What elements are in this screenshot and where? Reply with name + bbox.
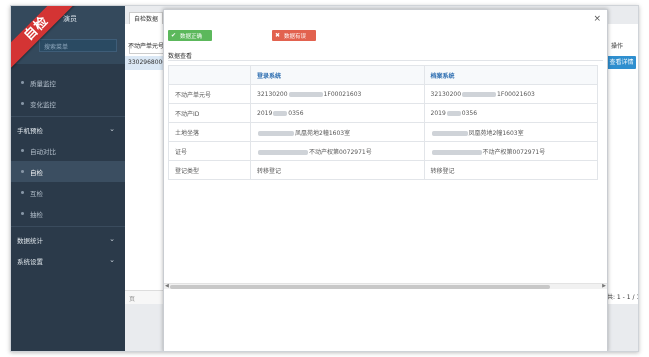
user-name: 演员 (63, 15, 77, 23)
archive-value: 2019 0356 (423, 103, 598, 123)
value-suffix: 0356 (461, 109, 478, 117)
actions-header: 操作 (611, 43, 624, 50)
sidebar-group-label: 数据统计 (17, 236, 43, 245)
horizontal-scrollbar[interactable]: ◀ ▶ (164, 283, 607, 289)
chevron-down-icon: ⌄ (109, 235, 115, 243)
registration-value: 凤凰苑地2幢1603室 (250, 122, 425, 142)
value-suffix: 凤凰苑地2幢1603室 (295, 129, 351, 137)
sidebar-group-label: 手机预检 (17, 126, 43, 135)
approve-button[interactable]: ✔ 数据正确 (168, 30, 212, 41)
sidebar-item-quality-monitor[interactable]: 质量监控 (11, 72, 125, 93)
field-label: 土地坐落 (168, 122, 251, 142)
redacted-text (462, 91, 497, 97)
value-suffix: 不动产权第0072971号 (309, 148, 372, 156)
value-prefix: 32130200 (257, 90, 288, 98)
sidebar-group-settings[interactable]: 系统设置 ⌄ (11, 250, 125, 271)
registration-value: 2019 0356 (250, 103, 425, 123)
value-suffix: 0356 (288, 109, 304, 117)
compare-table: 登录系统 档案系统 不动产单元号 32130200 1F00021603 3213… (168, 65, 598, 180)
value-suffix: 凤凰苑地2幢1603室 (468, 129, 524, 137)
value-suffix: 1F00021603 (497, 90, 535, 98)
archive-value: 转移登记 (423, 160, 598, 180)
archive-value: 32130200 1F00021603 (423, 84, 598, 104)
approve-label: 数据正确 (180, 33, 203, 40)
sidebar-item-label: 互检 (30, 189, 43, 198)
value-suffix: 1F00021603 (323, 90, 362, 98)
column-header-registration-system: 登录系统 (250, 65, 425, 85)
field-label: 不动产单元号 (168, 84, 251, 104)
cross-icon: ✖ (275, 32, 281, 39)
sidebar-group-label: 系统设置 (17, 257, 43, 266)
column-header-field (168, 65, 251, 85)
bullet-icon (21, 149, 24, 152)
redacted-text (431, 149, 482, 155)
sidebar-item-label: 抽检 (30, 210, 43, 219)
column-header-unit-number: 不动产单元号 (128, 43, 165, 50)
actions-panel: 操作 查看详情 共: 1 - 1 / 1 (606, 24, 638, 304)
close-icon[interactable]: × (593, 14, 601, 24)
reject-button[interactable]: ✖ 数据有误 (272, 30, 316, 41)
bullet-icon (21, 191, 24, 194)
scroll-right-icon[interactable]: ▶ (602, 283, 606, 289)
table-header-row: 登录系统 档案系统 (168, 65, 598, 85)
value-prefix: 2019 (257, 109, 273, 117)
table-row: 不动产ID 2019 0356 2019 0356 (168, 103, 598, 123)
sidebar-item-label: 质量监控 (30, 79, 56, 88)
archive-value: 凤凰苑地2幢1603室 (423, 122, 598, 142)
registration-value: 32130200 1F00021603 (250, 84, 425, 104)
bullet-icon (21, 81, 24, 84)
view-details-button[interactable]: 查看详情 (607, 56, 636, 69)
redacted-text (258, 149, 308, 155)
bullet-icon (21, 102, 24, 105)
sidebar-item-label: 自动对比 (30, 147, 56, 156)
redacted-text (273, 110, 288, 116)
chevron-down-icon: ⌄ (109, 125, 115, 133)
divider (11, 116, 125, 117)
value-prefix: 2019 (430, 109, 446, 117)
scrollbar-thumb[interactable] (170, 285, 550, 289)
chevron-down-icon: ⌄ (109, 256, 115, 264)
registration-value: 转移登记 (250, 160, 425, 180)
redacted-text (431, 130, 468, 136)
dialog-toolbar: ✔ 数据正确 ✖ 数据有误 (168, 30, 316, 41)
sidebar-item-mutual-check[interactable]: 互检 (11, 182, 125, 203)
reject-label: 数据有误 (284, 33, 307, 40)
sidebar: 演员 搜索菜单 质量监控 变化监控 手机预检 ⌄ 自动对比 自检 互检 抽检 数据… (11, 6, 125, 351)
field-label: 登记类型 (168, 160, 251, 180)
column-header-archive-system: 档案系统 (423, 65, 598, 85)
sidebar-group-precheck[interactable]: 手机预检 ⌄ (11, 119, 125, 140)
registration-value: 不动产权第0072971号 (250, 141, 425, 161)
value-suffix: 不动产权第0072971号 (482, 148, 546, 156)
divider (11, 226, 125, 227)
bullet-icon (21, 170, 24, 173)
redacted-text (288, 91, 323, 97)
main-area: 自检数据 不动产单元号 3302968000 页 操作 查看详情 共: 1 - … (125, 6, 638, 351)
redacted-text (446, 110, 461, 116)
sidebar-item-change-monitor[interactable]: 变化监控 (11, 93, 125, 114)
section-title: 数据查看 (168, 53, 193, 60)
bullet-icon (21, 212, 24, 215)
field-label: 证号 (168, 141, 251, 161)
sidebar-group-statistics[interactable]: 数据统计 ⌄ (11, 229, 125, 250)
sidebar-item-auto-compare[interactable]: 自动对比 (11, 140, 125, 161)
check-icon: ✔ (171, 32, 177, 39)
compare-dialog: × ✔ 数据正确 ✖ 数据有误 数据查看 登录系统 档案系统 不动产单元号 32… (163, 9, 608, 351)
sidebar-item-spot-check[interactable]: 抽检 (11, 203, 125, 224)
sidebar-item-label: 自检 (30, 168, 43, 177)
table-row: 登记类型 转移登记 转移登记 (168, 160, 598, 180)
scroll-left-icon[interactable]: ◀ (165, 283, 169, 289)
field-label: 不动产ID (168, 103, 251, 123)
redacted-text (258, 130, 294, 136)
sidebar-item-label: 变化监控 (30, 100, 56, 109)
sidebar-search-input[interactable]: 搜索菜单 (39, 39, 117, 52)
table-row: 不动产单元号 32130200 1F00021603 32130200 1F0002… (168, 84, 598, 104)
pagination-info: 共: 1 - 1 / 1 (607, 294, 639, 301)
table-row: 土地坐落 凤凰苑地2幢1603室 凤凰苑地2幢1603室 (168, 122, 598, 142)
value-prefix: 32130200 (430, 90, 462, 98)
divider (168, 60, 603, 61)
table-row: 证号 不动产权第0072971号 不动产权第0072971号 (168, 141, 598, 161)
app-window: 演员 搜索菜单 质量监控 变化监控 手机预检 ⌄ 自动对比 自检 互检 抽检 数据… (10, 5, 639, 352)
archive-value: 不动产权第0072971号 (423, 141, 598, 161)
sidebar-item-self-check[interactable]: 自检 (11, 161, 125, 182)
